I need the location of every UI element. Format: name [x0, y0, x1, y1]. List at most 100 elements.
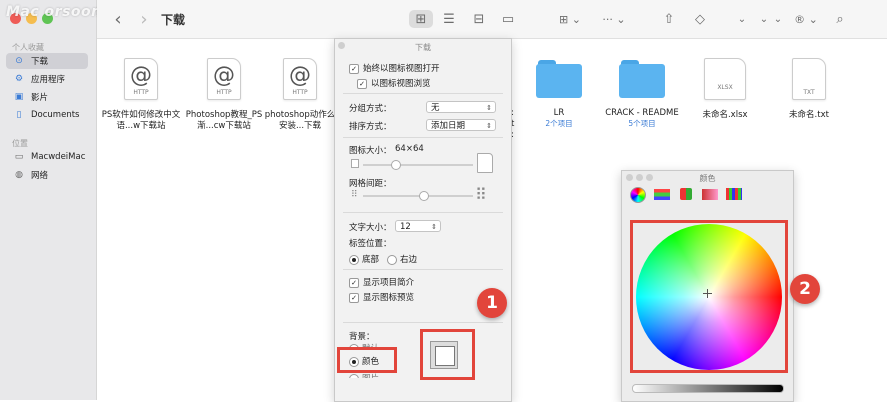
folder-item-count: 5个项目: [628, 119, 656, 128]
forward-button[interactable]: ›: [137, 9, 151, 30]
divider: [343, 93, 503, 94]
folder-item-count: 2个项目: [545, 119, 573, 128]
file-type-label: HTTP: [133, 89, 149, 96]
at-icon: @: [289, 63, 311, 88]
file-item[interactable]: @ HTTP photoshop动作么安装...下载: [263, 58, 337, 132]
label-right-radio[interactable]: 右边: [387, 253, 417, 265]
callout-2: 2: [790, 274, 820, 304]
registered-dropdown[interactable]: ® ⌄: [791, 10, 821, 28]
webloc-file-icon: @ HTTP: [283, 58, 317, 100]
webloc-file-icon: @ HTTP: [207, 58, 241, 100]
radio-label: 右边: [400, 255, 418, 265]
file-type-label: TXT: [803, 89, 815, 96]
browse-icon-checkbox[interactable]: ✓ 以图标视图浏览: [357, 77, 431, 89]
large-icon-size-icon: [477, 153, 493, 173]
radio-dot: [387, 254, 397, 265]
divider: [343, 212, 503, 213]
webloc-file-icon: @ HTTP: [124, 58, 158, 100]
slider-knob[interactable]: [419, 191, 429, 201]
checkmark-icon: ✓: [349, 292, 359, 303]
share-button[interactable]: ⇧: [660, 10, 678, 28]
highlight-color-well: [420, 329, 475, 380]
file-item[interactable]: @ HTTP PS软件如何修改中文语...w下载站: [97, 58, 185, 132]
search-button[interactable]: ⌕: [833, 10, 847, 28]
icon-size-slider[interactable]: [363, 160, 473, 170]
sort-by-select[interactable]: 添加日期 ⇕: [426, 119, 496, 131]
wide-grid-icon: ⠿: [475, 185, 487, 204]
folder-icon: [536, 58, 582, 98]
checkbox-label: 显示图标预览: [363, 293, 415, 303]
tight-grid-icon: ⠿: [351, 190, 358, 200]
computer-icon: ▭: [14, 152, 24, 162]
sidebar-item-network[interactable]: ◍ 网络: [6, 167, 88, 183]
group-by-select[interactable]: 无 ⇕: [426, 101, 496, 113]
download-icon: ⊙: [15, 56, 23, 66]
sidebar-item-computer[interactable]: ▭ MacwdeiMac: [6, 149, 88, 165]
icon-view-button[interactable]: ⊞: [409, 10, 433, 28]
background-label: 背景：: [349, 332, 375, 342]
sidebar-item-label: 下载: [31, 57, 49, 67]
color-wheel-tab-icon[interactable]: [630, 187, 646, 203]
group-button[interactable]: ⊞ ⌄: [553, 10, 587, 28]
gallery-view-button[interactable]: ▭: [497, 10, 519, 28]
slider-knob[interactable]: [391, 160, 401, 170]
sidebar-item-movies[interactable]: ▣ 影片: [6, 89, 88, 105]
file-item[interactable]: XLSX 未命名.xlsx: [681, 58, 769, 121]
radio-dot: [349, 254, 359, 265]
group-by-label: 分组方式：: [349, 104, 392, 114]
sidebar-item-label: 应用程序: [31, 75, 66, 85]
extension-dropdown-1[interactable]: ⌄: [735, 10, 749, 28]
palettes-tab-icon[interactable]: [680, 188, 692, 200]
folder-item[interactable]: CRACK - README 5个项目: [598, 58, 686, 129]
list-view-button[interactable]: ☰: [438, 10, 460, 28]
brightness-slider[interactable]: [632, 384, 784, 393]
checkmark-icon: ✓: [357, 78, 367, 89]
radio-dot: [349, 373, 359, 378]
text-size-label: 文字大小：: [349, 223, 392, 233]
sidebar: 个人收藏 ⊙ 下载 ⚙ 应用程序 ▣ 影片 ▯ Documents 位置 ▭ Macwde…: [0, 0, 97, 400]
file-name: 未命名.xlsx: [702, 110, 748, 120]
show-preview-checkbox[interactable]: ✓ 显示图标预览: [349, 291, 414, 303]
sliders-tab-icon[interactable]: [654, 189, 670, 200]
crayons-tab-icon[interactable]: [726, 188, 742, 200]
more-actions-button[interactable]: ··· ⌄: [597, 10, 631, 28]
file-name: Photoshop教程_PS渐...cw下载站: [185, 110, 263, 131]
toolbar: ‹ › 下载 ⊞ ☰ ⊟ ▭ ⊞ ⌄ ··· ⌄ ⇧ ◇ ⌄ ⌄ ⌄ ® ⌄ ⌕: [97, 0, 887, 39]
select-value: 无: [431, 103, 440, 113]
back-button[interactable]: ‹: [111, 9, 125, 30]
select-value: 12: [400, 222, 411, 232]
sidebar-item-label: 影片: [31, 93, 49, 103]
select-value: 添加日期: [431, 121, 466, 131]
divider: [343, 137, 503, 138]
radio-label: 图片: [362, 374, 379, 378]
panel-title: 下载: [415, 43, 431, 52]
sort-by-label: 排序方式：: [349, 122, 392, 132]
divider: [343, 322, 503, 323]
sidebar-item-downloads[interactable]: ⊙ 下载: [6, 53, 88, 69]
sidebar-item-documents[interactable]: ▯ Documents: [6, 107, 88, 123]
label-bottom-radio[interactable]: 底部: [349, 253, 379, 265]
txt-file-icon: TXT: [792, 58, 826, 100]
grid-spacing-slider[interactable]: [363, 191, 473, 201]
at-icon: @: [213, 63, 235, 88]
always-open-checkbox[interactable]: ✓ 始终以图标视图打开: [349, 62, 440, 74]
sidebar-item-applications[interactable]: ⚙ 应用程序: [6, 71, 88, 87]
tag-button[interactable]: ◇: [691, 10, 709, 28]
extension-dropdown-2[interactable]: ⌄: [757, 10, 771, 28]
folder-icon: [619, 58, 665, 98]
updown-chevron-icon: ⇕: [486, 122, 492, 130]
column-view-button[interactable]: ⊟: [468, 10, 490, 28]
image-palettes-tab-icon[interactable]: [702, 189, 718, 200]
text-size-select[interactable]: 12 ⇕: [395, 220, 441, 232]
extension-dropdown-3[interactable]: ⌄: [771, 10, 785, 28]
folder-item[interactable]: LR 2个项目: [515, 58, 603, 129]
file-item[interactable]: TXT 未命名.txt: [765, 58, 853, 121]
icon-size-value: 64×64: [395, 144, 424, 154]
file-item[interactable]: @ HTTP Photoshop教程_PS渐...cw下载站: [180, 58, 268, 132]
show-info-checkbox[interactable]: ✓ 显示项目简介: [349, 276, 414, 288]
apps-icon: ⚙: [14, 74, 24, 84]
at-icon: @: [130, 63, 152, 88]
highlight-color-option: [337, 347, 397, 373]
sidebar-item-label: Documents: [31, 110, 80, 120]
radio-label: 底部: [362, 255, 380, 265]
